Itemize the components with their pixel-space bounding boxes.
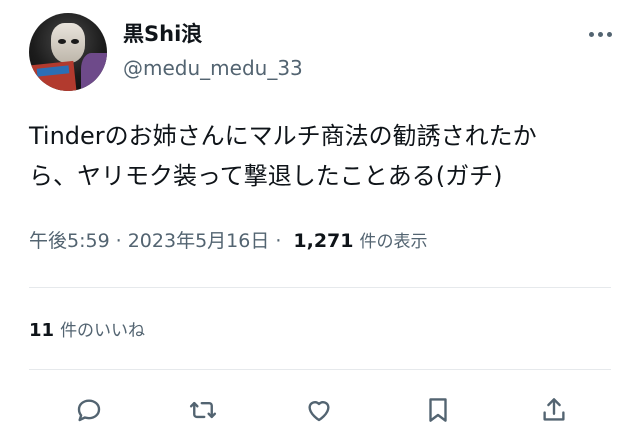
retweet-icon bbox=[189, 401, 217, 419]
meta-separator: · bbox=[275, 230, 282, 252]
views-count: 1,271 bbox=[293, 230, 354, 252]
share-button[interactable] bbox=[537, 393, 571, 427]
bookmark-button[interactable] bbox=[421, 393, 455, 427]
divider bbox=[29, 369, 611, 370]
user-handle[interactable]: @medu_medu_33 bbox=[123, 56, 303, 80]
likes-summary[interactable]: 11 件のいいね bbox=[29, 316, 145, 341]
tweet-text: Tinderのお姉さんにマルチ商法の勧誘されたか ら、ヤリモク装って撃退したこと… bbox=[29, 116, 619, 196]
views-label: 件の表示 bbox=[359, 232, 428, 252]
reply-icon bbox=[77, 399, 101, 422]
tweet-text-line: Tinderのお姉さんにマルチ商法の勧誘されたか bbox=[29, 122, 537, 150]
avatar-eye-right bbox=[71, 39, 79, 44]
share-icon bbox=[543, 398, 565, 421]
more-options-button[interactable] bbox=[584, 22, 616, 46]
more-dot bbox=[597, 31, 603, 37]
tweet-time[interactable]: 午後5:59 bbox=[29, 226, 110, 253]
meta-separator: · bbox=[115, 230, 122, 252]
avatar-eye-left bbox=[58, 39, 66, 44]
tweet-text-line: ら、ヤリモク装って撃退したことある(ガチ) bbox=[29, 162, 503, 190]
avatar[interactable] bbox=[29, 13, 107, 91]
likes-count: 11 bbox=[29, 320, 55, 341]
more-horizontal-icon bbox=[588, 31, 594, 37]
likes-label: 件のいいね bbox=[60, 321, 146, 341]
reply-button[interactable] bbox=[72, 393, 106, 427]
more-dot bbox=[606, 31, 612, 37]
like-button[interactable] bbox=[302, 393, 336, 427]
divider bbox=[29, 287, 611, 288]
display-name[interactable]: 黒Shi浪 bbox=[123, 18, 202, 48]
heart-icon bbox=[308, 401, 330, 422]
avatar-face bbox=[51, 23, 85, 63]
bookmark-icon bbox=[429, 398, 447, 422]
tweet-meta: 午後5:59 · 2023年5月16日 · 1,271 件の表示 bbox=[29, 226, 428, 253]
retweet-button[interactable] bbox=[186, 393, 220, 427]
tweet-date[interactable]: 2023年5月16日 bbox=[128, 226, 270, 253]
avatar-figure bbox=[81, 53, 107, 91]
